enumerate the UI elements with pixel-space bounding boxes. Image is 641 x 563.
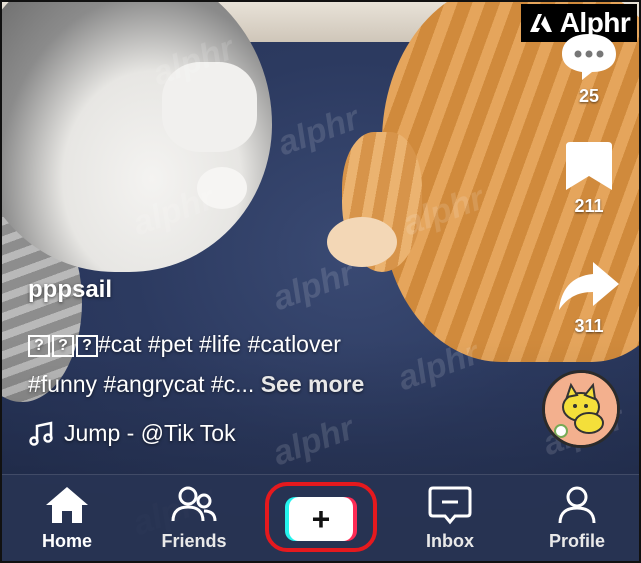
home-icon (46, 487, 88, 523)
share-action[interactable]: 311 (539, 260, 639, 337)
plus-icon[interactable]: + (289, 497, 353, 541)
music-note-icon (29, 420, 53, 446)
create-button[interactable]: + (285, 497, 357, 541)
emoji-placeholder: ? (76, 334, 98, 357)
share-count: 311 (574, 316, 604, 336)
bookmark-icon[interactable] (564, 140, 614, 192)
post-username[interactable]: pppsail (28, 276, 112, 304)
comment-icon[interactable] (560, 32, 618, 82)
app-screen: alphr alphr alphr alphr alphr alphr alph… (0, 0, 641, 563)
tab-inbox[interactable]: Inbox (395, 485, 505, 552)
emoji-placeholder: ? (52, 334, 74, 357)
profile-icon (558, 486, 596, 524)
save-count: 211 (574, 196, 604, 216)
comment-count: 25 (578, 86, 600, 106)
tab-profile[interactable]: Profile (522, 485, 632, 552)
tab-home-label: Home (41, 531, 92, 551)
tab-friends[interactable]: Friends (139, 485, 249, 552)
tab-home[interactable]: Home (12, 485, 122, 552)
sound-info[interactable]: Jump - @Tik Tok (28, 420, 236, 447)
tab-profile-label: Profile (548, 531, 605, 551)
comment-action[interactable]: 25 (539, 32, 639, 107)
tab-friends-label: Friends (161, 531, 227, 551)
save-action[interactable]: 211 (539, 140, 639, 217)
tab-inbox-label: Inbox (426, 531, 474, 551)
emoji-placeholder: ? (28, 334, 50, 357)
share-icon[interactable] (557, 260, 621, 312)
post-caption[interactable]: ? ? ? #cat #pet #life #catlover #funny #… (28, 324, 458, 404)
see-more-link[interactable]: See more (261, 371, 365, 397)
caption-hashtags[interactable]: #cat #pet #life #catlover (98, 331, 341, 357)
caption-line-2[interactable]: #funny #angrycat #c... (28, 371, 254, 397)
friends-icon (171, 486, 217, 522)
emoji-placeholders: ? ? ? (28, 334, 98, 357)
inbox-icon (428, 486, 472, 525)
sound-disc[interactable] (542, 370, 620, 448)
sound-title[interactable]: Jump - @Tik Tok (64, 420, 236, 447)
